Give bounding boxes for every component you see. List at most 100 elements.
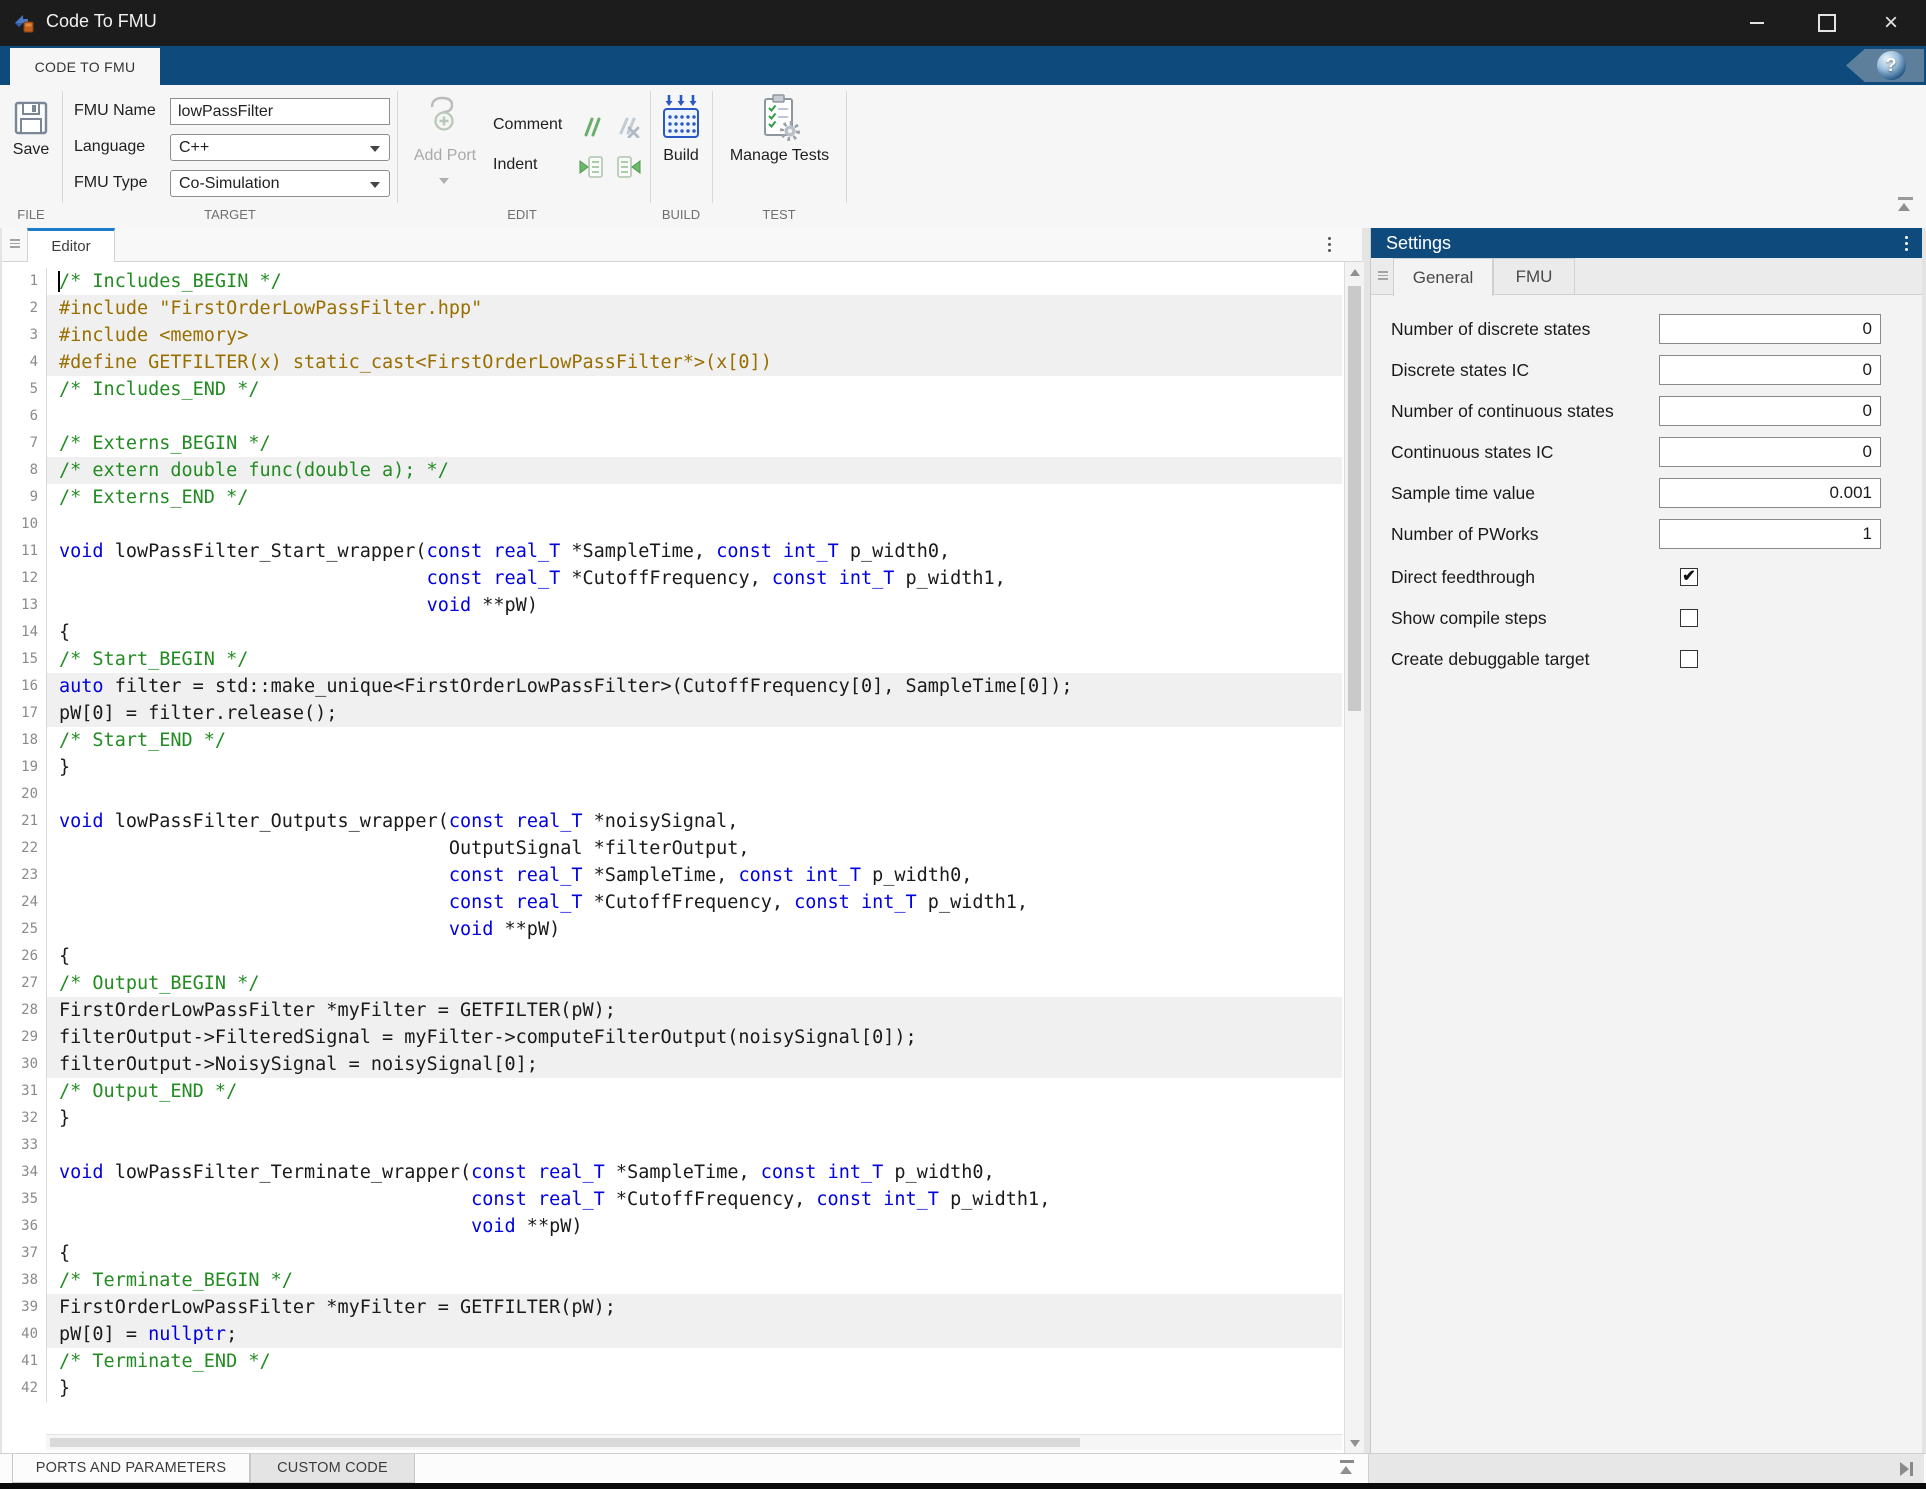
- language-label: Language: [74, 134, 145, 160]
- code-line[interactable]: 18/* Start_END */: [2, 727, 1342, 754]
- code-text: /* Externs_BEGIN */: [47, 430, 1342, 457]
- indent-left-button[interactable]: [616, 155, 642, 184]
- code-line[interactable]: 37{: [2, 1240, 1342, 1267]
- uncomment-button[interactable]: [616, 116, 640, 143]
- line-number: 34: [2, 1159, 47, 1186]
- code-line[interactable]: 21void lowPassFilter_Outputs_wrapper(con…: [2, 808, 1342, 835]
- vertical-scrollbar[interactable]: [1344, 262, 1364, 1453]
- field-input-sample-time-value[interactable]: [1659, 478, 1881, 508]
- manage-tests-button[interactable]: [757, 93, 801, 146]
- language-select[interactable]: C++: [170, 134, 390, 161]
- code-line[interactable]: 11void lowPassFilter_Start_wrapper(const…: [2, 538, 1342, 565]
- code-line[interactable]: 30filterOutput->NoisySignal = noisySigna…: [2, 1051, 1342, 1078]
- grip-icon[interactable]: [1378, 271, 1388, 280]
- code-line[interactable]: 9/* Externs_END */: [2, 484, 1342, 511]
- code-line[interactable]: 25 void **pW): [2, 916, 1342, 943]
- tab-code-to-fmu[interactable]: CODE TO FMU: [10, 48, 160, 85]
- code-line[interactable]: 39FirstOrderLowPassFilter *myFilter = GE…: [2, 1294, 1342, 1321]
- code-line[interactable]: 34void lowPassFilter_Terminate_wrapper(c…: [2, 1159, 1342, 1186]
- minimize-button[interactable]: [1728, 0, 1786, 46]
- code-line[interactable]: 14{: [2, 619, 1342, 646]
- expand-panel-button[interactable]: [1340, 1460, 1354, 1476]
- code-line[interactable]: 13 void **pW): [2, 592, 1342, 619]
- code-line[interactable]: 4#define GETFILTER(x) static_cast<FirstO…: [2, 349, 1342, 376]
- code-line[interactable]: 16auto filter = std::make_unique<FirstOr…: [2, 673, 1342, 700]
- line-number: 37: [2, 1240, 47, 1267]
- code-line[interactable]: 23 const real_T *SampleTime, const int_T…: [2, 862, 1342, 889]
- code-line[interactable]: 26{: [2, 943, 1342, 970]
- grip-icon[interactable]: [10, 239, 20, 248]
- field-input-continuous-states-ic[interactable]: [1659, 437, 1881, 467]
- line-number: 33: [2, 1132, 47, 1159]
- tab-general[interactable]: General: [1393, 258, 1493, 296]
- checkbox-direct-feedthrough[interactable]: ✔: [1680, 568, 1698, 586]
- maximize-button[interactable]: [1798, 0, 1856, 46]
- comment-button[interactable]: [578, 116, 602, 143]
- close-button[interactable]: ×: [1862, 0, 1920, 46]
- code-text: filterOutput->FilteredSignal = myFilter-…: [47, 1024, 1342, 1051]
- field-input-discrete-states-ic[interactable]: [1659, 355, 1881, 385]
- code-line[interactable]: 35 const real_T *CutoffFrequency, const …: [2, 1186, 1342, 1213]
- code-line[interactable]: 3#include <memory>: [2, 322, 1342, 349]
- build-button[interactable]: [660, 93, 702, 146]
- add-port-dropdown-icon[interactable]: [439, 178, 449, 184]
- code-text: {: [47, 943, 1342, 970]
- editor-menu-button[interactable]: [1328, 237, 1331, 252]
- help-button[interactable]: ?: [1846, 49, 1924, 82]
- tab-editor[interactable]: Editor: [27, 228, 115, 262]
- code-line[interactable]: 2#include "FirstOrderLowPassFilter.hpp": [2, 295, 1342, 322]
- code-line[interactable]: 24 const real_T *CutoffFrequency, const …: [2, 889, 1342, 916]
- field-input-number-of-continuous-states[interactable]: [1659, 396, 1881, 426]
- code-line[interactable]: 41/* Terminate_END */: [2, 1348, 1342, 1375]
- code-line[interactable]: 19}: [2, 754, 1342, 781]
- checkbox-show-compile-steps[interactable]: [1680, 609, 1698, 627]
- save-button[interactable]: [12, 99, 50, 142]
- collapse-toolstrip-button[interactable]: [1898, 197, 1914, 215]
- code-line[interactable]: 31/* Output_END */: [2, 1078, 1342, 1105]
- line-number: 28: [2, 997, 47, 1024]
- code-line[interactable]: 38/* Terminate_BEGIN */: [2, 1267, 1342, 1294]
- indent-right-button[interactable]: [578, 155, 604, 184]
- code-line[interactable]: 40pW[0] = nullptr;: [2, 1321, 1342, 1348]
- checkbox-create-debuggable-target[interactable]: [1680, 650, 1698, 668]
- code-line[interactable]: 12 const real_T *CutoffFrequency, const …: [2, 565, 1342, 592]
- scroll-end-button[interactable]: [1900, 1462, 1914, 1476]
- code-line[interactable]: 22 OutputSignal *filterOutput,: [2, 835, 1342, 862]
- code-line[interactable]: 7/* Externs_BEGIN */: [2, 430, 1342, 457]
- code-line[interactable]: 10: [2, 511, 1342, 538]
- code-line[interactable]: 1/* Includes_BEGIN */: [2, 268, 1342, 295]
- code-line[interactable]: 20: [2, 781, 1342, 808]
- code-line[interactable]: 33: [2, 1132, 1342, 1159]
- tab-fmu[interactable]: FMU: [1493, 258, 1575, 295]
- bottom-tab-ports-and-parameters[interactable]: PORTS AND PARAMETERS: [12, 1454, 250, 1483]
- code-line[interactable]: 17pW[0] = filter.release();: [2, 700, 1342, 727]
- code-line[interactable]: 8/* extern double func(double a); */: [2, 457, 1342, 484]
- field-input-number-of-discrete-states[interactable]: [1659, 314, 1881, 344]
- settings-menu-button[interactable]: [1905, 236, 1908, 251]
- code-line[interactable]: 29filterOutput->FilteredSignal = myFilte…: [2, 1024, 1342, 1051]
- code-line[interactable]: 28FirstOrderLowPassFilter *myFilter = GE…: [2, 997, 1342, 1024]
- add-port-button[interactable]: [424, 93, 464, 144]
- field-input-number-of-pworks[interactable]: [1659, 519, 1881, 549]
- uncomment-icon: [616, 116, 640, 138]
- fmu-type-select[interactable]: Co-Simulation: [170, 170, 390, 197]
- vertical-scrollbar-thumb[interactable]: [1348, 286, 1361, 711]
- code-text: #include "FirstOrderLowPassFilter.hpp": [47, 295, 1342, 322]
- line-number: 3: [2, 322, 47, 349]
- bottom-tab-custom-code[interactable]: CUSTOM CODE: [250, 1454, 415, 1483]
- horizontal-scrollbar[interactable]: [46, 1434, 1342, 1450]
- code-line[interactable]: 27/* Output_BEGIN */: [2, 970, 1342, 997]
- code-line[interactable]: 15/* Start_BEGIN */: [2, 646, 1342, 673]
- code-line[interactable]: 36 void **pW): [2, 1213, 1342, 1240]
- code-line[interactable]: 32}: [2, 1105, 1342, 1132]
- fmu-name-input[interactable]: [170, 98, 390, 125]
- code-line[interactable]: 5/* Includes_END */: [2, 376, 1342, 403]
- indent-label: Indent: [493, 156, 537, 174]
- horizontal-scrollbar-thumb[interactable]: [50, 1438, 1080, 1447]
- code-line[interactable]: 42}: [2, 1375, 1342, 1402]
- scroll-down-icon[interactable]: [1350, 1440, 1360, 1447]
- section-divider: [62, 91, 63, 203]
- code-area[interactable]: 1/* Includes_BEGIN */2#include "FirstOrd…: [2, 262, 1342, 1434]
- code-line[interactable]: 6: [2, 403, 1342, 430]
- scroll-up-icon[interactable]: [1350, 269, 1360, 276]
